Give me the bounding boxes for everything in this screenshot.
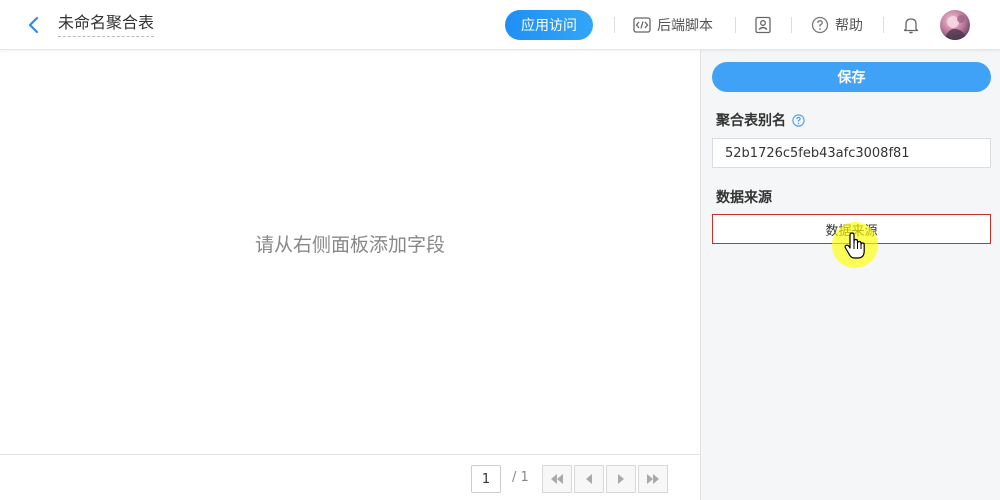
- next-page-button[interactable]: [606, 465, 636, 493]
- next-page-icon: [618, 474, 624, 484]
- alias-section: 聚合表别名: [716, 110, 805, 130]
- source-section: 数据来源: [716, 187, 772, 207]
- divider: [791, 17, 792, 33]
- back-button[interactable]: [22, 13, 46, 37]
- divider: [883, 17, 884, 33]
- prev-page-button[interactable]: [574, 465, 604, 493]
- page-total: / 1: [512, 470, 529, 485]
- backend-script-label: 后端脚本: [657, 18, 713, 34]
- backend-script-button[interactable]: 后端脚本: [633, 13, 713, 37]
- source-label: 数据来源: [716, 190, 772, 206]
- save-button[interactable]: 保存: [712, 62, 991, 92]
- help-label: 帮助: [835, 18, 863, 34]
- prev-page-icon: [586, 474, 592, 484]
- top-bar: 未命名聚合表 应用访问 后端脚本 帮助: [0, 0, 1000, 50]
- page-title[interactable]: 未命名聚合表: [58, 13, 155, 37]
- first-page-button[interactable]: [542, 465, 572, 493]
- last-page-button[interactable]: [638, 465, 668, 493]
- app-visit-button[interactable]: 应用访问: [505, 10, 593, 40]
- settings-panel: 保存 聚合表别名 52b1726c5feb43afc3008f81 数据来源 数…: [700, 50, 1000, 500]
- canvas-area: 请从右侧面板添加字段: [0, 50, 700, 500]
- pagination: 1 / 1: [0, 454, 700, 500]
- bell-icon: [903, 18, 919, 34]
- chevron-left-icon: [28, 16, 39, 34]
- last-page-icon: [647, 474, 659, 484]
- help-icon[interactable]: [792, 113, 805, 127]
- data-source-button[interactable]: 数据来源: [712, 214, 991, 244]
- help-button[interactable]: 帮助: [811, 13, 863, 37]
- first-page-icon: [551, 474, 563, 484]
- alias-label: 聚合表别名: [716, 113, 786, 129]
- contacts-icon: [755, 16, 771, 34]
- code-icon: [633, 17, 651, 33]
- notifications-button[interactable]: [903, 13, 919, 37]
- empty-placeholder: 请从右侧面板添加字段: [254, 234, 445, 256]
- avatar-image: [944, 15, 967, 40]
- divider: [614, 17, 615, 33]
- contacts-button[interactable]: [754, 13, 772, 37]
- help-icon: [811, 16, 829, 34]
- page-number-input[interactable]: 1: [471, 465, 501, 493]
- alias-input[interactable]: 52b1726c5feb43afc3008f81: [712, 138, 991, 168]
- divider: [735, 17, 736, 33]
- user-avatar[interactable]: [940, 10, 970, 40]
